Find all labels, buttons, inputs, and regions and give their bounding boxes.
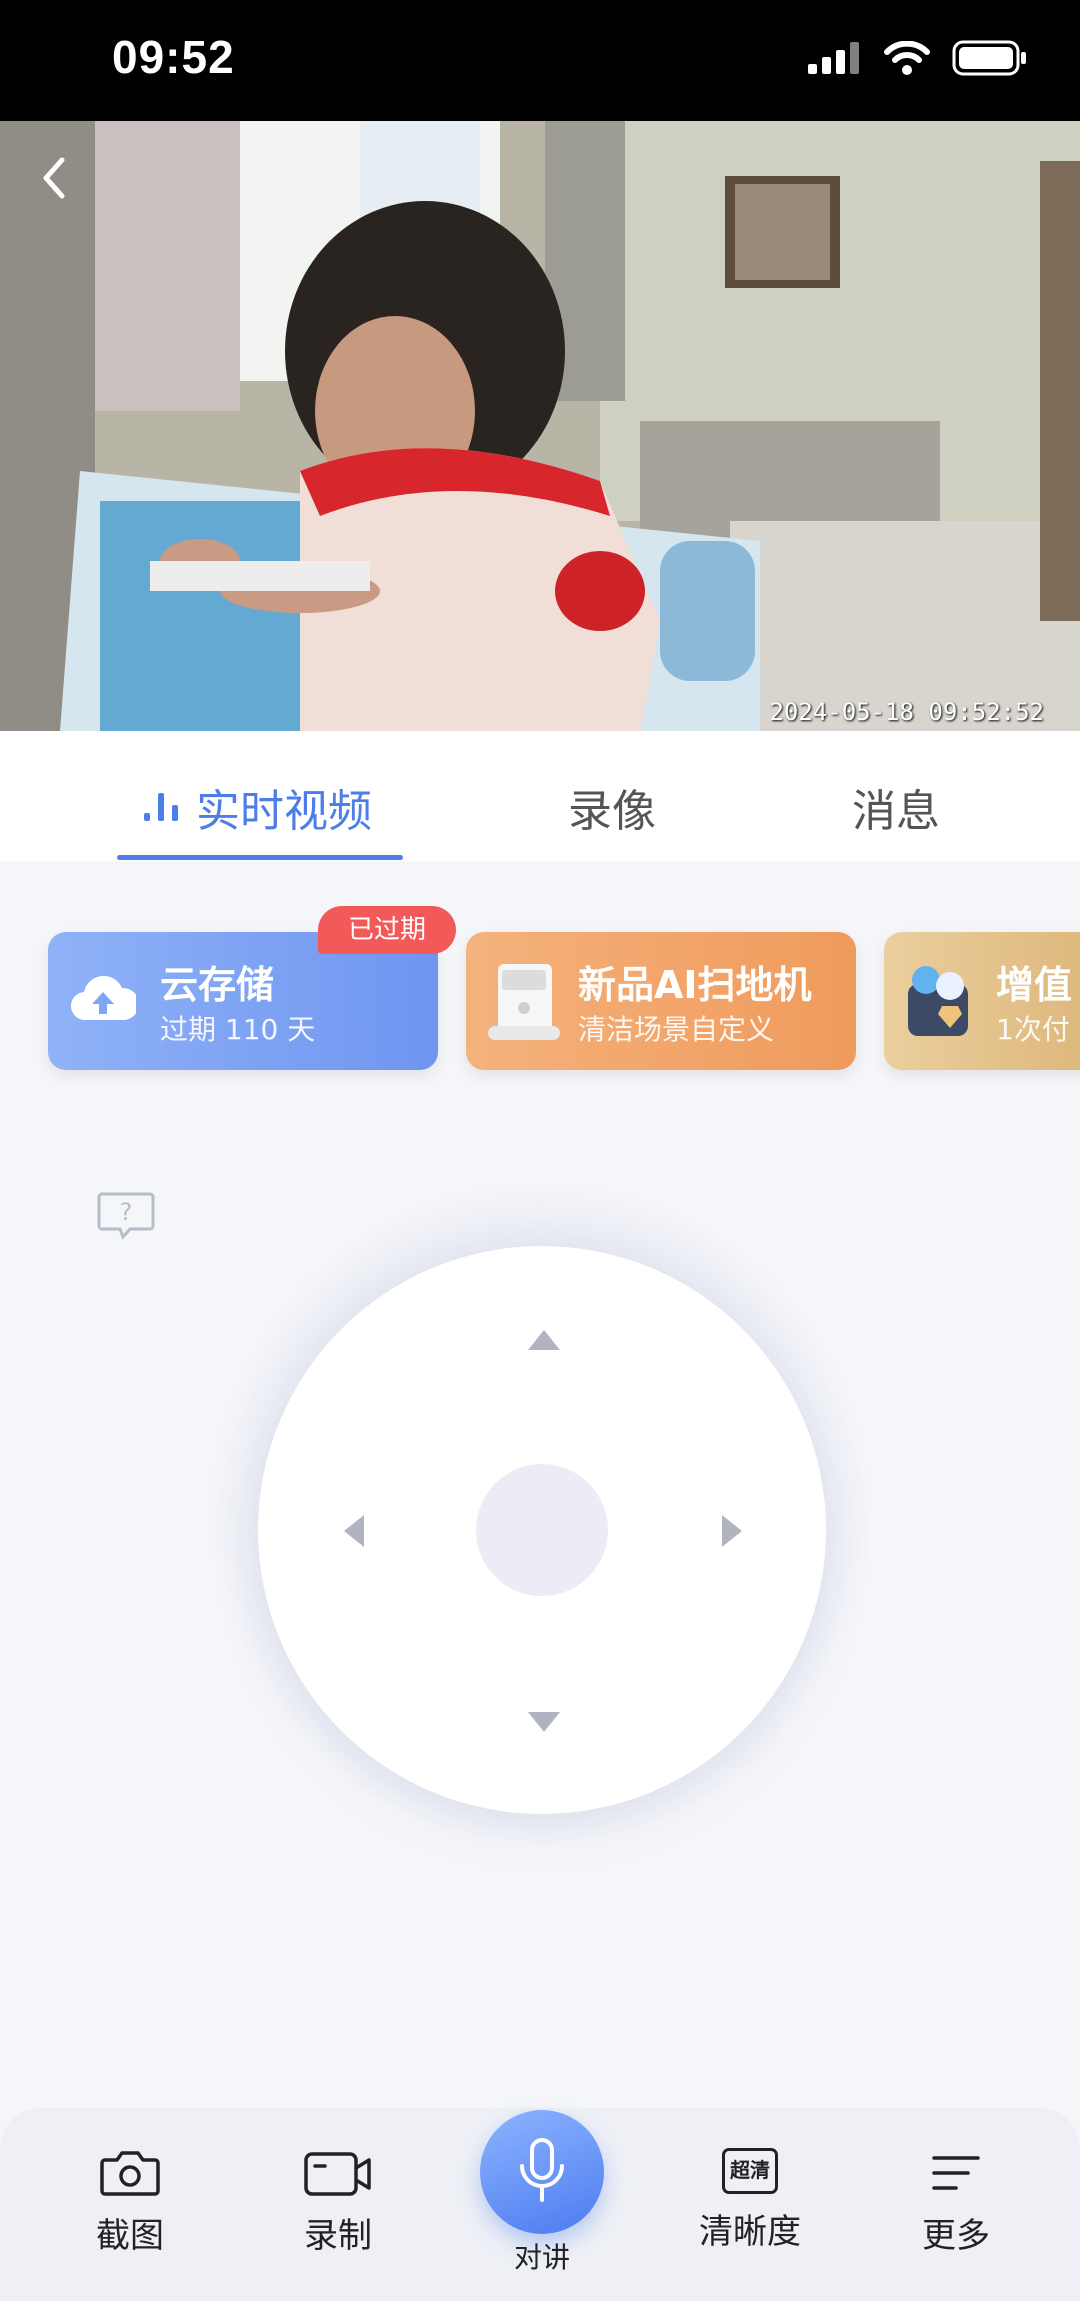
record-button[interactable]: 录制 [278,2148,398,2257]
ai-vacuum-title: 新品AI扫地机 [578,963,812,1007]
back-icon[interactable] [32,148,76,208]
expired-badge: 已过期 [318,906,456,954]
ai-vacuum-subtitle: 清洁场景自定义 [578,1013,775,1046]
tab-indicator [117,855,403,860]
promo-cards: 云存储 过期 110 天 新品AI扫地机 清洁场景自定义 增值 1次付 [0,890,1080,1070]
hd-icon-text: 超清 [730,2158,770,2182]
quality-label: 清晰度 [699,2212,801,2252]
battery-icon [952,40,1026,76]
ptz-down-arrow[interactable] [528,1712,560,1732]
status-bar: 09:52 [0,0,1080,121]
signal-icon [808,42,859,74]
menu-icon [932,2156,980,2190]
value-added-card[interactable]: 增值 1次付 [884,932,1080,1070]
live-bars-icon [144,793,178,821]
video-timestamp: 2024-05-18 09:52:52 [769,698,1044,726]
talk-button[interactable] [480,2110,604,2234]
ptz-center-button[interactable] [476,1464,608,1596]
status-time: 09:52 [112,31,235,83]
record-label: 录制 [304,2216,372,2256]
microphone-icon [520,2138,564,2202]
ptz-left-arrow[interactable] [344,1515,364,1547]
live-video[interactable] [0,121,1080,731]
tab-recordings[interactable]: 录像 [568,775,656,839]
value-added-subtitle: 1次付 [996,1013,1070,1046]
hd-icon: 超清 [722,2148,778,2194]
ai-wallet-icon [908,966,968,1036]
quality-button[interactable]: 超清 清晰度 [688,2148,812,2253]
svg-text:?: ? [120,1198,133,1226]
ai-vacuum-card[interactable]: 新品AI扫地机 清洁场景自定义 [466,932,856,1070]
ptz-right-arrow[interactable] [722,1515,742,1547]
cloud-upload-icon [70,975,136,1021]
wifi-icon [884,41,930,75]
video-record-icon [304,2152,371,2196]
tab-messages[interactable]: 消息 [852,775,940,839]
screenshot-button[interactable]: 截图 [70,2148,190,2257]
tab-live-video[interactable]: 实时视频 [196,775,372,839]
help-icon[interactable]: ? [96,1190,156,1242]
vacuum-icon [488,964,560,1040]
talk-label: 对讲 [513,2241,570,2274]
cloud-storage-subtitle: 过期 110 天 [160,1013,316,1046]
value-added-title: 增值 [996,963,1073,1007]
more-button[interactable]: 更多 [896,2148,1016,2257]
screenshot-label: 截图 [96,2216,164,2256]
tab-bar: 实时视频 录像 消息 [0,731,1080,861]
cloud-storage-title: 云存储 [160,963,275,1007]
ptz-up-arrow[interactable] [528,1330,560,1350]
more-label: 更多 [922,2216,990,2256]
camera-icon [100,2151,160,2196]
